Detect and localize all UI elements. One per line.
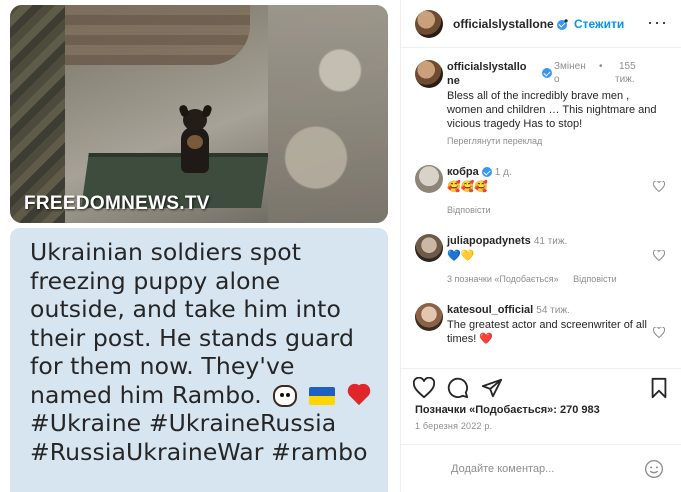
comment-username[interactable]: officialslystallo [447,60,526,74]
caption-line: their post. He stands guard [30,323,354,352]
like-heart-icon[interactable] [412,376,436,399]
separator-dot: • [599,61,603,72]
like-comment-heart-icon[interactable] [652,248,666,262]
caption-line: for them now. They've [30,352,295,380]
header-username[interactable]: officialslystallone [453,17,567,31]
avatar[interactable] [415,10,443,38]
avatar[interactable] [415,303,443,331]
foliage-decoration [268,5,388,223]
comment-text: 💙💛 [447,250,475,262]
caption-line: Ukrainian soldiers spot [30,238,302,266]
smile-icon[interactable] [644,459,664,479]
instagram-post-window: FREEDOMNEWS.TV Ukrainian soldiers spot f… [0,0,681,492]
comment-text: The greatest actor and screenwriter of a… [447,319,647,345]
avatar[interactable] [415,165,443,193]
sandbags-decoration [60,5,250,65]
watermark-text: FREEDOMNEWS.TV [24,193,210,214]
comment-body: katesoul_official 54 тиж. The greatest a… [447,303,667,346]
separator-dot: • [564,14,569,28]
comment-age: 155 [619,61,636,72]
edited-label: Змінен [554,61,586,72]
ukraine-flag-emoji-icon [309,387,336,405]
post-side-panel: officialslystallone • Стежити ··· offici… [400,0,681,492]
username-text[interactable]: officialslystallone [453,17,554,31]
edited-label: о [554,74,560,85]
caption-text: Ukrainian soldiers spot freezing puppy a… [30,238,368,466]
caption-line: #RussiaUkraineWar #rambo [30,437,368,466]
like-comment-heart-icon[interactable] [652,325,666,339]
comment-age: 1 д. [494,167,512,178]
comment-text: 🥰🥰🥰 [447,181,489,193]
soldier-decoration [10,5,65,223]
post-media: FREEDOMNEWS.TV Ukrainian soldiers spot f… [0,0,400,492]
bookmark-icon[interactable] [648,377,670,399]
dog-face-emoji-icon [273,385,298,407]
comment-username[interactable]: katesoul_official [447,304,533,316]
comment-age: тиж. [615,74,635,85]
caption-line: outside, and take him into [30,295,341,323]
post-photo[interactable]: FREEDOMNEWS.TV [10,5,388,223]
comment-username[interactable]: ne [447,74,460,88]
post-date: 1 березня 2022 р. [415,421,493,431]
verified-icon [542,68,552,78]
comment-age: 41 тиж. [533,236,568,247]
avatar[interactable] [415,234,443,262]
caption-line: freezing puppy alone [30,266,281,295]
post-header: officialslystallone • Стежити ··· [401,0,681,48]
more-icon[interactable]: ··· [647,12,668,33]
comment-username[interactable]: juliapopadynets [447,235,531,247]
reply-link[interactable]: Відповісти [573,274,617,284]
comment-input[interactable] [451,460,621,478]
caption-line: #Ukraine #UkraineRussia [30,409,337,437]
reply-link[interactable]: Відповісти [447,203,667,217]
post-actions-bar [401,368,681,408]
comment-text: Bless all of the incredibly brave men , … [447,90,657,130]
comments-list[interactable]: officialslystallo ne Змінен о • 155 тиж.… [401,48,681,368]
verified-icon [481,167,492,178]
add-comment-bar [401,444,681,492]
see-translation-link[interactable]: Переглянути переклад [447,134,667,148]
comment-body: juliapopadynets 41 тиж. 💙💛 3 позначки «П… [447,234,667,286]
comment-icon[interactable] [447,377,469,399]
comment-body: officialslystallo ne Змінен о • 155 тиж.… [447,60,667,148]
caption-line: named him Rambo. [30,380,262,409]
like-comment-heart-icon[interactable] [652,179,666,193]
likes-count[interactable]: Позначки «Подобається»: 270 983 [415,404,600,416]
follow-button[interactable]: Стежити [574,17,624,31]
red-heart-emoji-icon [347,385,373,407]
avatar[interactable] [415,60,443,88]
caption-card: Ukrainian soldiers spot freezing puppy a… [10,228,388,492]
comment-age: 54 тиж. [536,305,570,316]
comment-likes-count[interactable]: 3 позначки «Подобається» [447,274,559,284]
caption-line-with-emoji: named him Rambo. [30,381,368,410]
comment-body: кобра 1 д. 🥰🥰🥰 Відповісти [447,165,667,217]
puppy-image [175,103,215,175]
comment-username[interactable]: кобра [447,166,479,178]
share-icon[interactable] [481,377,503,399]
